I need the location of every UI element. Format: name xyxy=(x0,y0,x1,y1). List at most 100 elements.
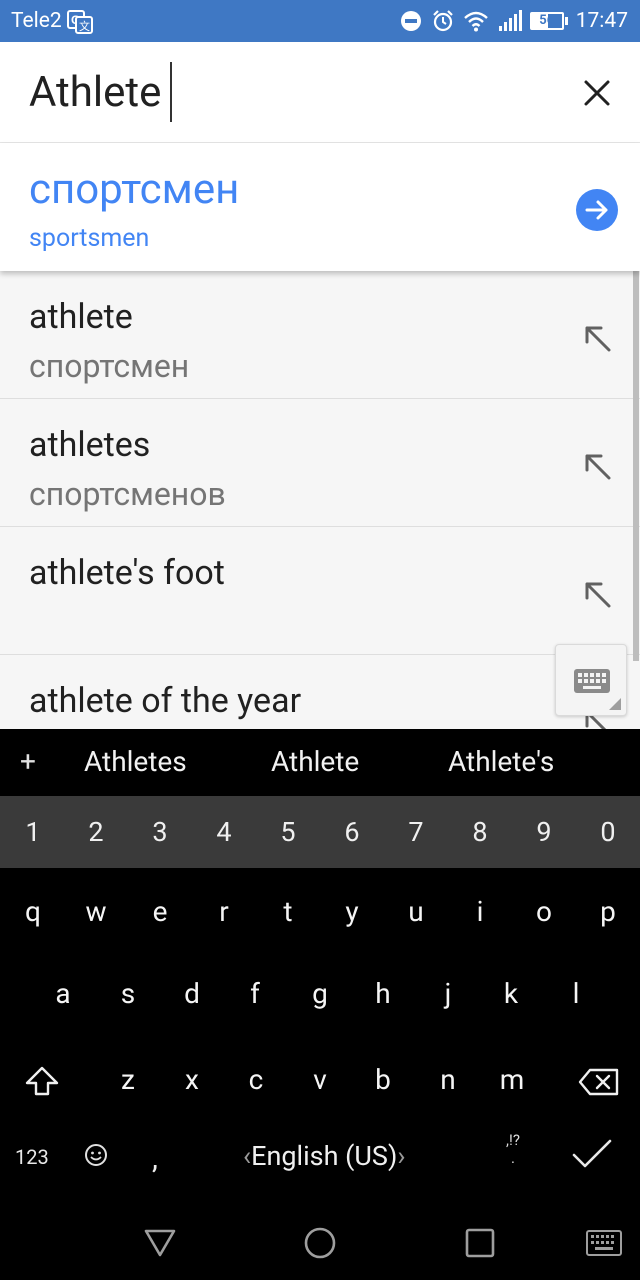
prediction-bar: + Athletes Athlete Athlete's xyxy=(0,729,640,796)
key[interactable]: 7 xyxy=(384,816,448,848)
key[interactable]: x xyxy=(160,1063,224,1096)
key[interactable]: r xyxy=(192,895,256,928)
key[interactable]: 4 xyxy=(192,816,256,848)
suggestion-item[interactable]: athlete's foot xyxy=(0,527,640,655)
chevron-left-icon: ‹ xyxy=(243,1140,252,1172)
language-label: English (US) xyxy=(251,1140,398,1172)
key-row-1: q w e r t y u i o p xyxy=(0,869,640,953)
key-row-3: z x c v b n m xyxy=(0,1037,640,1121)
arrow-up-left-icon[interactable] xyxy=(582,579,612,609)
period-label: . xyxy=(511,1149,515,1167)
shift-icon[interactable] xyxy=(24,1065,60,1097)
arrow-right-icon xyxy=(585,200,608,220)
number-row: 1 2 3 4 5 6 7 8 9 0 xyxy=(0,796,640,868)
key[interactable]: 0 xyxy=(576,816,640,848)
suggestion-word: athlete's foot xyxy=(29,553,225,593)
suggestion-list: athlete спортсмен athletes спортсменов a… xyxy=(0,271,640,729)
key[interactable]: i xyxy=(448,895,512,928)
go-button[interactable] xyxy=(576,189,618,231)
key[interactable]: v xyxy=(288,1063,352,1096)
key[interactable]: d xyxy=(160,977,224,1010)
translation-result[interactable]: спортсмен sportsmen xyxy=(0,143,640,271)
key[interactable]: g xyxy=(288,977,352,1010)
check-icon[interactable] xyxy=(571,1137,613,1171)
prediction-1[interactable]: Athletes xyxy=(84,745,187,778)
suggestion-word: athlete xyxy=(29,297,133,337)
key[interactable]: l xyxy=(544,977,608,1010)
key[interactable]: w xyxy=(64,895,128,928)
keyboard-toggle-button[interactable] xyxy=(555,644,627,716)
keyboard-switch-icon[interactable] xyxy=(586,1230,622,1256)
key[interactable]: n xyxy=(416,1063,480,1096)
scrollbar[interactable] xyxy=(633,271,639,661)
search-input[interactable]: Athlete xyxy=(29,68,161,117)
spacebar-language-key[interactable]: ‹English (US)› xyxy=(243,1140,405,1172)
soft-keyboard: + Athletes Athlete Athlete's 1 2 3 4 5 6… xyxy=(0,729,640,1211)
prediction-2[interactable]: Athlete xyxy=(271,745,359,778)
home-icon[interactable] xyxy=(303,1226,337,1260)
clock: 17:47 xyxy=(575,9,628,33)
suggestion-translation: спортсмен xyxy=(29,347,190,385)
transliteration-text: sportsmen xyxy=(29,224,150,253)
key[interactable]: 1 xyxy=(1,816,65,848)
comma-key[interactable]: , xyxy=(152,1141,158,1176)
backspace-icon[interactable] xyxy=(578,1068,620,1096)
suggestion-item[interactable]: athlete спортсмен xyxy=(0,271,640,399)
key[interactable]: 6 xyxy=(320,816,384,848)
suggestion-item[interactable]: athletes спортсменов xyxy=(0,399,640,527)
key[interactable]: y xyxy=(320,895,384,928)
status-bar: Tele2 G 文 56 17 xyxy=(0,0,640,42)
search-bar: Athlete xyxy=(0,42,640,143)
key[interactable]: q xyxy=(1,895,65,928)
key[interactable]: j xyxy=(416,977,480,1010)
key[interactable]: t xyxy=(256,895,320,928)
signal-icon xyxy=(498,10,522,31)
key-row-bottom: 123 , ‹English (US)› ,!? . xyxy=(0,1121,640,1211)
suggestion-word: athlete of the year xyxy=(29,681,302,721)
key[interactable]: a xyxy=(31,977,95,1010)
svg-text:文: 文 xyxy=(79,19,90,33)
translate-app-icon: G 文 xyxy=(67,10,93,34)
punctuation-key[interactable]: ,!? . xyxy=(503,1131,523,1167)
chevron-right-icon: › xyxy=(397,1140,406,1172)
key[interactable]: 5 xyxy=(256,816,320,848)
key[interactable]: e xyxy=(128,895,192,928)
key[interactable]: b xyxy=(351,1063,415,1096)
key-row-2: a s d f g h j k l xyxy=(0,951,640,1035)
key[interactable]: k xyxy=(479,977,543,1010)
arrow-up-left-icon[interactable] xyxy=(582,323,612,353)
suggestion-item[interactable]: athlete of the year xyxy=(0,655,640,729)
key[interactable]: m xyxy=(480,1063,544,1096)
key[interactable]: h xyxy=(351,977,415,1010)
navigation-bar xyxy=(0,1211,640,1280)
close-icon[interactable] xyxy=(582,78,612,108)
key[interactable]: 9 xyxy=(512,816,576,848)
key[interactable]: o xyxy=(512,895,576,928)
suggestion-translation: спортсменов xyxy=(29,475,226,513)
text-cursor xyxy=(170,62,172,122)
key[interactable]: 2 xyxy=(64,816,128,848)
key[interactable]: z xyxy=(96,1063,160,1096)
add-word-icon[interactable]: + xyxy=(20,745,36,778)
key[interactable]: 8 xyxy=(448,816,512,848)
punctuation-label: ,!? xyxy=(506,1131,520,1149)
battery-icon: 56 xyxy=(529,11,568,31)
key[interactable]: p xyxy=(576,895,640,928)
keyboard-icon xyxy=(574,669,610,693)
back-icon[interactable] xyxy=(143,1228,177,1258)
carrier-name: Tele2 xyxy=(11,9,62,33)
recents-icon[interactable] xyxy=(465,1228,495,1258)
key[interactable]: s xyxy=(96,977,160,1010)
key[interactable]: c xyxy=(224,1063,288,1096)
emoji-icon[interactable] xyxy=(84,1143,108,1167)
key[interactable]: f xyxy=(223,977,287,1010)
alarm-icon xyxy=(432,10,453,32)
translation-text: спортсмен xyxy=(29,165,240,214)
key[interactable]: u xyxy=(384,895,448,928)
numbers-mode-key[interactable]: 123 xyxy=(15,1145,49,1169)
prediction-3[interactable]: Athlete's xyxy=(448,745,554,778)
arrow-up-left-icon[interactable] xyxy=(582,451,612,481)
suggestion-word: athletes xyxy=(29,425,151,465)
key[interactable]: 3 xyxy=(128,816,192,848)
battery-level: 56 xyxy=(539,13,555,28)
